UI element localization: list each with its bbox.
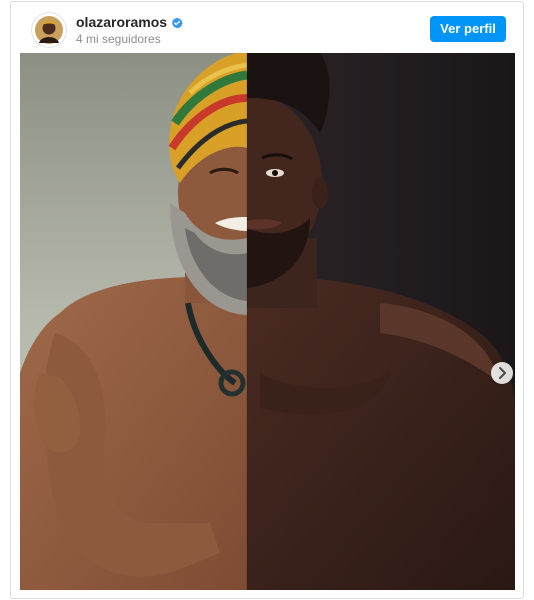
post-media[interactable]: [20, 53, 515, 590]
chevron-right-icon: [499, 367, 506, 379]
avatar[interactable]: [32, 13, 66, 47]
view-profile-button[interactable]: Ver perfil: [430, 16, 506, 42]
instagram-embed-frame: olazaroramos 4 mi seguidores Ver perfil: [0, 0, 534, 600]
avatar-image: [33, 14, 65, 46]
instagram-post-card: olazaroramos 4 mi seguidores Ver perfil: [10, 1, 524, 599]
verified-badge-icon: [171, 17, 183, 29]
carousel-next-button[interactable]: [491, 362, 513, 384]
post-header: olazaroramos 4 mi seguidores Ver perfil: [11, 2, 523, 52]
followers-count: 4 mi seguidores: [76, 32, 161, 46]
username-link[interactable]: olazaroramos: [76, 14, 167, 31]
username-row: olazaroramos: [76, 14, 183, 31]
split-portrait-photo: [20, 53, 515, 590]
